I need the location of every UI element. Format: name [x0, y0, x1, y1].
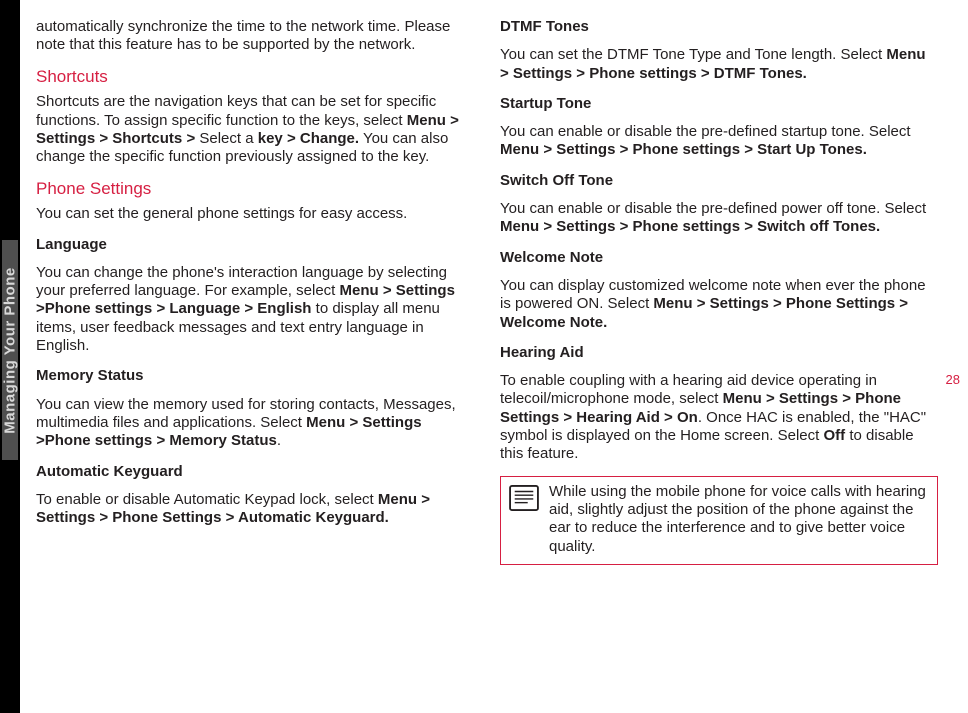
page-content: automatically synchronize the time to th…	[36, 18, 938, 693]
paragraph: You can display customized welcome note …	[500, 277, 938, 332]
column-right: DTMF Tones You can set the DTMF Tone Typ…	[500, 18, 938, 693]
heading-dtmf-tones: DTMF Tones	[500, 18, 938, 36]
paragraph: Shortcuts are the navigation keys that c…	[36, 93, 474, 166]
text-bold: Menu > Settings > Phone settings > Start…	[500, 141, 867, 158]
paragraph: To enable coupling with a hearing aid de…	[500, 372, 938, 463]
paragraph: You can set the DTMF Tone Type and Tone …	[500, 46, 938, 83]
heading-startup-tone: Startup Tone	[500, 95, 938, 113]
paragraph: You can enable or disable the pre-define…	[500, 123, 938, 160]
heading-automatic-keyguard: Automatic Keyguard	[36, 463, 474, 481]
paragraph: You can enable or disable the pre-define…	[500, 200, 938, 237]
note-text: While using the mobile phone for voice c…	[549, 483, 929, 556]
text-bold: Off	[824, 427, 846, 444]
heading-hearing-aid: Hearing Aid	[500, 344, 938, 362]
column-left: automatically synchronize the time to th…	[36, 18, 474, 693]
heading-language: Language	[36, 236, 474, 254]
text: You can enable or disable the pre-define…	[500, 200, 926, 217]
heading-phone-settings: Phone Settings	[36, 179, 474, 200]
paragraph: automatically synchronize the time to th…	[36, 18, 474, 55]
heading-memory-status: Memory Status	[36, 367, 474, 385]
text-bold: Menu > Settings > Phone settings > Switc…	[500, 218, 880, 235]
paragraph: You can change the phone's interaction l…	[36, 264, 474, 355]
text: You can set the DTMF Tone Type and Tone …	[500, 46, 886, 63]
text: You can enable or disable the pre-define…	[500, 123, 911, 140]
text: To enable or disable Automatic Keypad lo…	[36, 491, 378, 508]
heading-switch-off-tone: Switch Off Tone	[500, 172, 938, 190]
note-box: While using the mobile phone for voice c…	[500, 476, 938, 565]
heading-welcome-note: Welcome Note	[500, 249, 938, 267]
text-bold: key > Change.	[258, 130, 359, 147]
paragraph: To enable or disable Automatic Keypad lo…	[36, 491, 474, 528]
section-tab-label: Managing Your Phone	[2, 267, 19, 433]
text: .	[277, 432, 281, 449]
paragraph: You can view the memory used for storing…	[36, 396, 474, 451]
page-number: 28	[946, 372, 960, 387]
section-tab: Managing Your Phone	[2, 240, 18, 460]
note-icon	[509, 485, 539, 511]
text: Select a	[199, 130, 257, 147]
paragraph: You can set the general phone settings f…	[36, 205, 474, 223]
text: Shortcuts are the navigation keys that c…	[36, 93, 436, 128]
heading-shortcuts: Shortcuts	[36, 67, 474, 88]
